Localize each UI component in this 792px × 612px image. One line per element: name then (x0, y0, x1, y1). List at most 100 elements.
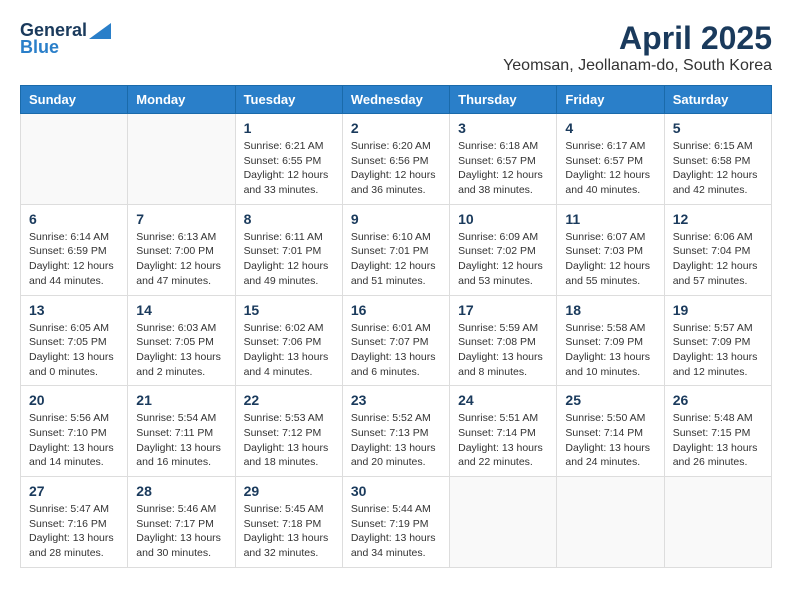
calendar-cell: 30 Sunrise: 5:44 AM Sunset: 7:19 PM Dayli… (342, 477, 449, 568)
day-number: 27 (29, 483, 119, 499)
calendar-cell: 8 Sunrise: 6:11 AM Sunset: 7:01 PM Daylig… (235, 204, 342, 295)
day-number: 28 (136, 483, 226, 499)
day-info: Sunrise: 6:14 AM Sunset: 6:59 PM Dayligh… (29, 230, 119, 289)
calendar-cell: 19 Sunrise: 5:57 AM Sunset: 7:09 PM Dayli… (664, 295, 771, 386)
day-number: 12 (673, 211, 763, 227)
calendar-cell: 29 Sunrise: 5:45 AM Sunset: 7:18 PM Dayli… (235, 477, 342, 568)
day-number: 30 (351, 483, 441, 499)
day-number: 19 (673, 302, 763, 318)
day-info: Sunrise: 6:05 AM Sunset: 7:05 PM Dayligh… (29, 321, 119, 380)
calendar-cell: 17Sunrise: 5:59 AM Sunset: 7:08 PM Dayli… (450, 295, 557, 386)
calendar-cell: 5Sunrise: 6:15 AM Sunset: 6:58 PM Daylig… (664, 114, 771, 205)
day-info: Sunrise: 5:52 AM Sunset: 7:13 PM Dayligh… (351, 411, 441, 470)
calendar-cell: 20 Sunrise: 5:56 AM Sunset: 7:10 PM Dayli… (21, 386, 128, 477)
day-info: Sunrise: 6:03 AM Sunset: 7:05 PM Dayligh… (136, 321, 226, 380)
day-number: 24 (458, 392, 548, 408)
day-number: 26 (673, 392, 763, 408)
calendar-cell: 26 Sunrise: 5:48 AM Sunset: 7:15 PM Dayli… (664, 386, 771, 477)
calendar-cell: 7Sunrise: 6:13 AM Sunset: 7:00 PM Daylig… (128, 204, 235, 295)
day-info: Sunrise: 5:44 AM Sunset: 7:19 PM Dayligh… (351, 502, 441, 561)
calendar-cell: 14Sunrise: 6:03 AM Sunset: 7:05 PM Dayli… (128, 295, 235, 386)
day-info: Sunrise: 5:53 AM Sunset: 7:12 PM Dayligh… (244, 411, 334, 470)
calendar-cell (21, 114, 128, 205)
calendar-cell: 13Sunrise: 6:05 AM Sunset: 7:05 PM Dayli… (21, 295, 128, 386)
day-info: Sunrise: 6:09 AM Sunset: 7:02 PM Dayligh… (458, 230, 548, 289)
header: General Blue April 2025 Yeomsan, Jeollan… (20, 20, 772, 75)
calendar-cell: 23 Sunrise: 5:52 AM Sunset: 7:13 PM Dayli… (342, 386, 449, 477)
day-info: Sunrise: 6:11 AM Sunset: 7:01 PM Dayligh… (244, 230, 334, 289)
calendar-cell: 1 Sunrise: 6:21 AM Sunset: 6:55 PM Daylig… (235, 114, 342, 205)
day-info: Sunrise: 6:21 AM Sunset: 6:55 PM Dayligh… (244, 139, 334, 198)
day-number: 5 (673, 120, 763, 136)
day-number: 9 (351, 211, 441, 227)
day-info: Sunrise: 5:54 AM Sunset: 7:11 PM Dayligh… (136, 411, 226, 470)
day-number: 23 (351, 392, 441, 408)
calendar-cell (128, 114, 235, 205)
calendar-cell: 22 Sunrise: 5:53 AM Sunset: 7:12 PM Dayli… (235, 386, 342, 477)
logo: General Blue (20, 20, 111, 58)
week-row-1: 1 Sunrise: 6:21 AM Sunset: 6:55 PM Daylig… (21, 114, 772, 205)
day-number: 11 (565, 211, 655, 227)
day-info: Sunrise: 5:48 AM Sunset: 7:15 PM Dayligh… (673, 411, 763, 470)
day-info: Sunrise: 5:51 AM Sunset: 7:14 PM Dayligh… (458, 411, 548, 470)
day-info: Sunrise: 5:58 AM Sunset: 7:09 PM Dayligh… (565, 321, 655, 380)
calendar-cell: 3Sunrise: 6:18 AM Sunset: 6:57 PM Daylig… (450, 114, 557, 205)
day-info: Sunrise: 6:10 AM Sunset: 7:01 PM Dayligh… (351, 230, 441, 289)
logo-icon (89, 23, 111, 39)
day-info: Sunrise: 6:13 AM Sunset: 7:00 PM Dayligh… (136, 230, 226, 289)
calendar-header-tuesday: Tuesday (235, 86, 342, 114)
day-number: 15 (244, 302, 334, 318)
calendar-cell: 6 Sunrise: 6:14 AM Sunset: 6:59 PM Daylig… (21, 204, 128, 295)
day-info: Sunrise: 5:56 AM Sunset: 7:10 PM Dayligh… (29, 411, 119, 470)
calendar-header-sunday: Sunday (21, 86, 128, 114)
week-row-3: 13Sunrise: 6:05 AM Sunset: 7:05 PM Dayli… (21, 295, 772, 386)
day-number: 4 (565, 120, 655, 136)
calendar-cell: 12 Sunrise: 6:06 AM Sunset: 7:04 PM Dayli… (664, 204, 771, 295)
day-number: 6 (29, 211, 119, 227)
calendar-header-friday: Friday (557, 86, 664, 114)
calendar-header-thursday: Thursday (450, 86, 557, 114)
day-info: Sunrise: 6:02 AM Sunset: 7:06 PM Dayligh… (244, 321, 334, 380)
calendar-header-row: SundayMondayTuesdayWednesdayThursdayFrid… (21, 86, 772, 114)
calendar-cell: 15 Sunrise: 6:02 AM Sunset: 7:06 PM Dayli… (235, 295, 342, 386)
calendar-header-monday: Monday (128, 86, 235, 114)
title-area: April 2025 Yeomsan, Jeollanam-do, South … (503, 20, 772, 75)
day-number: 3 (458, 120, 548, 136)
calendar-cell (557, 477, 664, 568)
week-row-5: 27 Sunrise: 5:47 AM Sunset: 7:16 PM Dayli… (21, 477, 772, 568)
day-number: 25 (565, 392, 655, 408)
day-info: Sunrise: 6:20 AM Sunset: 6:56 PM Dayligh… (351, 139, 441, 198)
day-info: Sunrise: 6:07 AM Sunset: 7:03 PM Dayligh… (565, 230, 655, 289)
calendar-table: SundayMondayTuesdayWednesdayThursdayFrid… (20, 85, 772, 568)
calendar-cell: 16Sunrise: 6:01 AM Sunset: 7:07 PM Dayli… (342, 295, 449, 386)
calendar-header-saturday: Saturday (664, 86, 771, 114)
calendar-cell: 11 Sunrise: 6:07 AM Sunset: 7:03 PM Dayli… (557, 204, 664, 295)
week-row-4: 20 Sunrise: 5:56 AM Sunset: 7:10 PM Dayli… (21, 386, 772, 477)
calendar-cell (450, 477, 557, 568)
calendar-cell: 9 Sunrise: 6:10 AM Sunset: 7:01 PM Daylig… (342, 204, 449, 295)
day-number: 10 (458, 211, 548, 227)
calendar-cell: 2Sunrise: 6:20 AM Sunset: 6:56 PM Daylig… (342, 114, 449, 205)
day-number: 20 (29, 392, 119, 408)
calendar-cell: 28 Sunrise: 5:46 AM Sunset: 7:17 PM Dayli… (128, 477, 235, 568)
logo-blue: Blue (20, 37, 59, 58)
location-title: Yeomsan, Jeollanam-do, South Korea (503, 57, 772, 75)
week-row-2: 6 Sunrise: 6:14 AM Sunset: 6:59 PM Daylig… (21, 204, 772, 295)
day-info: Sunrise: 6:01 AM Sunset: 7:07 PM Dayligh… (351, 321, 441, 380)
calendar-cell: 24 Sunrise: 5:51 AM Sunset: 7:14 PM Dayli… (450, 386, 557, 477)
month-title: April 2025 (503, 20, 772, 57)
day-info: Sunrise: 5:47 AM Sunset: 7:16 PM Dayligh… (29, 502, 119, 561)
day-number: 22 (244, 392, 334, 408)
day-info: Sunrise: 5:45 AM Sunset: 7:18 PM Dayligh… (244, 502, 334, 561)
calendar-cell: 10 Sunrise: 6:09 AM Sunset: 7:02 PM Dayli… (450, 204, 557, 295)
calendar-cell: 25 Sunrise: 5:50 AM Sunset: 7:14 PM Dayli… (557, 386, 664, 477)
calendar-cell: 21Sunrise: 5:54 AM Sunset: 7:11 PM Dayli… (128, 386, 235, 477)
day-number: 29 (244, 483, 334, 499)
day-info: Sunrise: 5:57 AM Sunset: 7:09 PM Dayligh… (673, 321, 763, 380)
day-info: Sunrise: 5:46 AM Sunset: 7:17 PM Dayligh… (136, 502, 226, 561)
day-info: Sunrise: 5:50 AM Sunset: 7:14 PM Dayligh… (565, 411, 655, 470)
day-number: 1 (244, 120, 334, 136)
day-info: Sunrise: 6:17 AM Sunset: 6:57 PM Dayligh… (565, 139, 655, 198)
day-number: 8 (244, 211, 334, 227)
day-info: Sunrise: 6:06 AM Sunset: 7:04 PM Dayligh… (673, 230, 763, 289)
